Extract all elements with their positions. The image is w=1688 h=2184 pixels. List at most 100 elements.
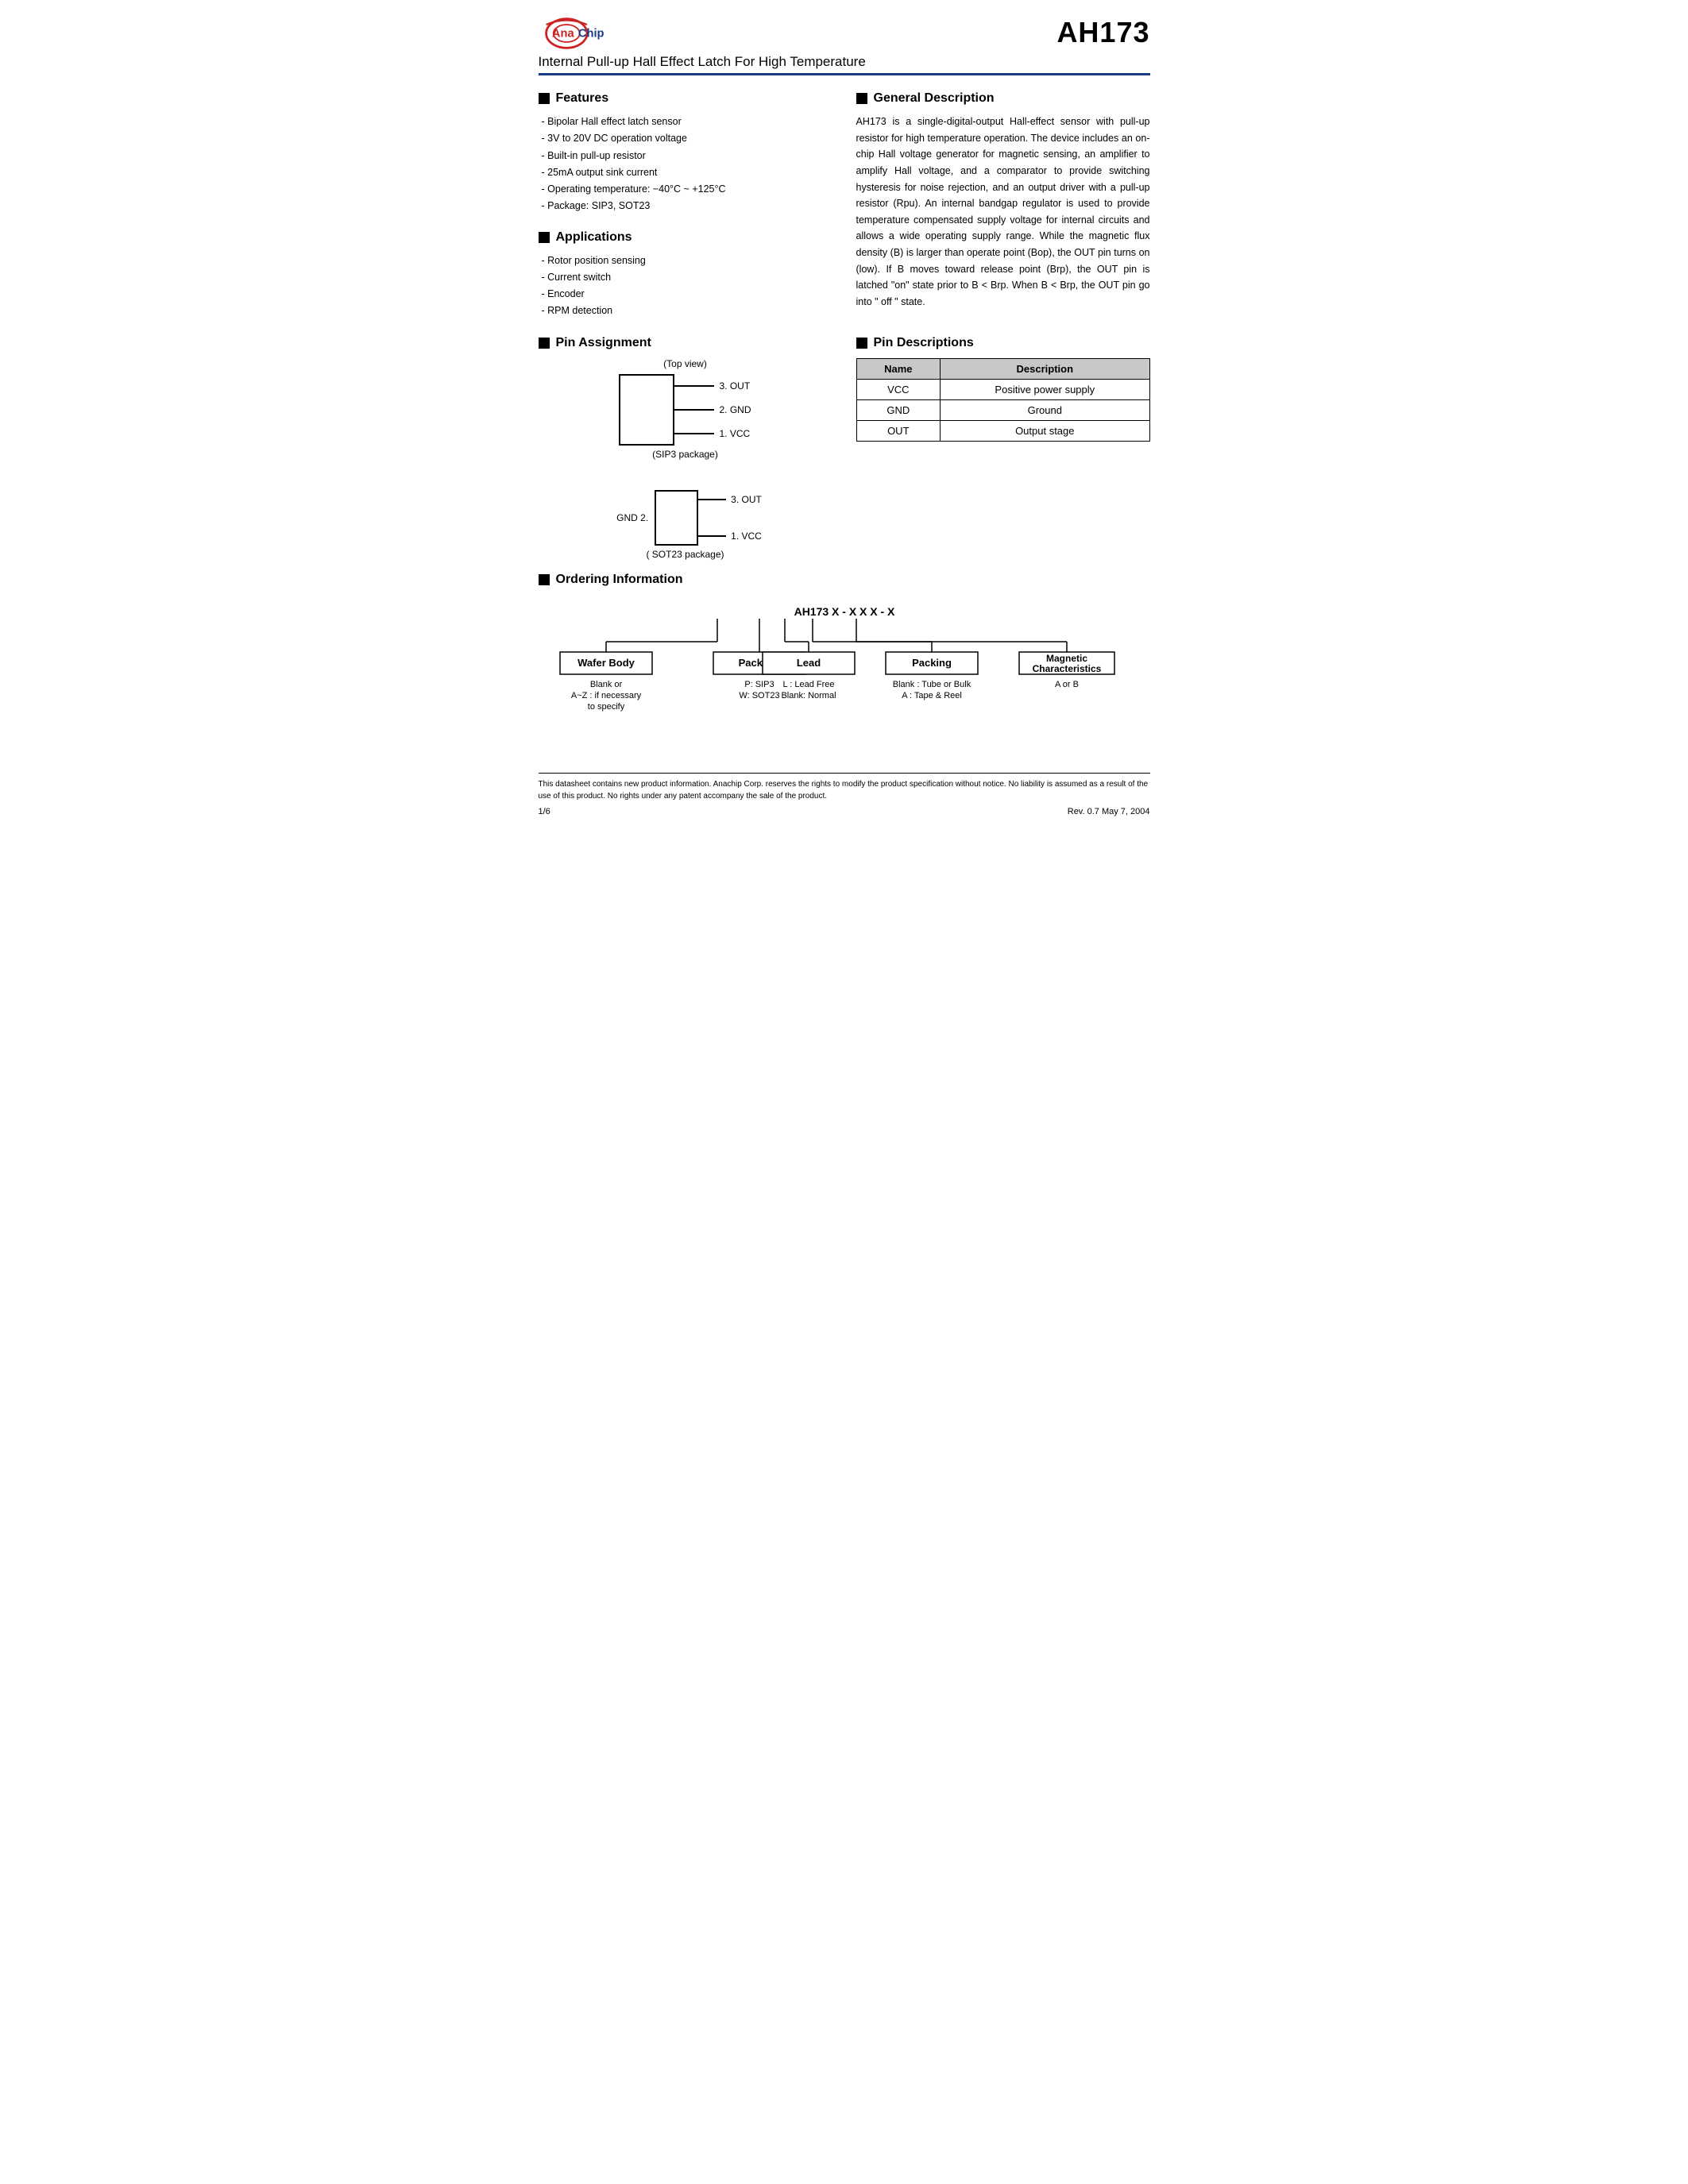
- svg-text:Blank : Tube or Bulk: Blank : Tube or Bulk: [892, 680, 971, 689]
- pin-row-out: 3. OUT: [674, 380, 751, 392]
- svg-text:Blank: Normal: Blank: Normal: [781, 691, 836, 700]
- ordering-title: Ordering Information: [539, 573, 1150, 587]
- bullet-icon: [539, 338, 550, 349]
- list-item: 3V to 20V DC operation voltage: [542, 130, 832, 147]
- pin-row-vcc: 1. VCC: [674, 428, 751, 439]
- footer: This datasheet contains new product info…: [539, 773, 1150, 819]
- list-item: RPM detection: [542, 303, 832, 319]
- svg-text:A~Z : if necessary: A~Z : if necessary: [570, 691, 641, 700]
- svg-text:to specify: to specify: [587, 702, 624, 712]
- list-item: Built-in pull-up resistor: [542, 148, 832, 164]
- sot23-box: [655, 490, 698, 546]
- sip3-pins: 3. OUT 2. GND 1. VCC: [674, 374, 751, 446]
- pin-diagram-area: (Top view) 3. OUT 2. GND: [539, 358, 832, 560]
- revision-info: Rev. 0.7 May 7, 2004: [1068, 805, 1150, 819]
- pin-desc-out: Output stage: [941, 420, 1149, 441]
- pin-name-out: OUT: [856, 420, 941, 441]
- page-number: 1/6: [539, 805, 550, 819]
- page-header: Ana Chip AH173: [539, 16, 1150, 51]
- svg-text:W: SOT23: W: SOT23: [739, 691, 779, 700]
- sot23-package-label: ( SOT23 package): [646, 549, 724, 560]
- svg-text:A : Tape & Reel: A : Tape & Reel: [902, 691, 962, 700]
- bullet-icon: [539, 574, 550, 585]
- pin-line: [674, 433, 714, 434]
- pin-label-1: 1. VCC: [719, 428, 750, 439]
- pin-line: [698, 499, 726, 500]
- svg-text:Blank or: Blank or: [589, 680, 622, 689]
- svg-text:Magnetic: Magnetic: [1045, 653, 1087, 664]
- pin-section: Pin Assignment (Top view) 3. OUT 2. GN: [539, 333, 1150, 560]
- footer-disclaimer: This datasheet contains new product info…: [539, 778, 1150, 802]
- anachip-logo: Ana Chip: [539, 16, 634, 51]
- list-item: Encoder: [542, 286, 832, 303]
- top-view-label: (Top view): [663, 358, 707, 369]
- bullet-icon: [539, 93, 550, 104]
- list-item: 25mA output sink current: [542, 164, 832, 181]
- product-title: AH173: [1056, 16, 1149, 49]
- bullet-icon: [856, 338, 867, 349]
- svg-text:Characteristics: Characteristics: [1032, 663, 1101, 674]
- pin-name-vcc: VCC: [856, 379, 941, 399]
- svg-text:Chip: Chip: [577, 28, 604, 41]
- header-rule: [539, 73, 1150, 75]
- col-header-name: Name: [856, 358, 941, 379]
- table-row: VCC Positive power supply: [856, 379, 1149, 399]
- page-subtitle: Internal Pull-up Hall Effect Latch For H…: [539, 54, 1150, 70]
- table-header-row: Name Description: [856, 358, 1149, 379]
- sot23-gnd-label: GND 2.: [616, 512, 648, 523]
- ordering-svg-container: AH173 X - X X X - X: [539, 598, 1150, 757]
- sip3-diagram: 3. OUT 2. GND 1. VCC (SIP3 package): [619, 374, 751, 460]
- svg-text:Wafer Body: Wafer Body: [577, 657, 635, 669]
- table-row: GND Ground: [856, 399, 1149, 420]
- list-item: Rotor position sensing: [542, 253, 832, 269]
- pin-line: [674, 385, 714, 387]
- pin-desc-gnd: Ground: [941, 399, 1149, 420]
- pin-assignment-title: Pin Assignment: [539, 336, 832, 350]
- pin-sot-3: 3. OUT: [731, 494, 762, 505]
- col-header-desc: Description: [941, 358, 1149, 379]
- bullet-icon: [856, 93, 867, 104]
- svg-text:Ana: Ana: [551, 28, 574, 41]
- pin-label-3: 3. OUT: [719, 380, 750, 392]
- bullet-icon: [539, 232, 550, 243]
- sot23-right-pins: 3. OUT 1. VCC: [698, 494, 762, 542]
- pin-name-gnd: GND: [856, 399, 941, 420]
- general-desc-title: General Description: [856, 91, 1150, 106]
- svg-text:Packing: Packing: [912, 657, 952, 669]
- svg-text:L : Lead Free: L : Lead Free: [782, 680, 834, 689]
- svg-text:P: SIP3: P: SIP3: [744, 680, 774, 689]
- sot23-diagram: GND 2. 3. OUT 1. VCC: [616, 490, 762, 546]
- list-item: Bipolar Hall effect latch sensor: [542, 114, 832, 130]
- pin-row-gnd: 2. GND: [674, 404, 751, 415]
- pin-row-sot-out: 3. OUT: [698, 494, 762, 505]
- svg-text:AH173 X - X X X - X: AH173 X - X X X - X: [794, 605, 894, 618]
- list-item: Current switch: [542, 269, 832, 286]
- applications-list: Rotor position sensing Current switch En…: [539, 253, 832, 320]
- pin-line: [674, 409, 714, 411]
- pin-assignment-col: Pin Assignment (Top view) 3. OUT 2. GN: [539, 333, 832, 560]
- ordering-diagram: AH173 X - X X X - X: [539, 598, 1150, 757]
- pin-desc-vcc: Positive power supply: [941, 379, 1149, 399]
- sip3-box: [619, 374, 674, 446]
- table-row: OUT Output stage: [856, 420, 1149, 441]
- list-item: Package: SIP3, SOT23: [542, 198, 832, 214]
- pin-sot-1: 1. VCC: [731, 531, 762, 542]
- features-list: Bipolar Hall effect latch sensor 3V to 2…: [539, 114, 832, 215]
- ordering-section: Ordering Information AH173 X - X X X - X: [539, 573, 1150, 757]
- pin-table: Name Description VCC Positive power supp…: [856, 358, 1150, 442]
- logo-area: Ana Chip: [539, 16, 634, 51]
- pin-desc-title: Pin Descriptions: [856, 336, 1150, 350]
- svg-text:A or B: A or B: [1055, 680, 1079, 689]
- right-column: General Description AH173 is a single-di…: [856, 88, 1150, 320]
- main-content-top: Features Bipolar Hall effect latch senso…: [539, 88, 1150, 320]
- left-column: Features Bipolar Hall effect latch senso…: [539, 88, 832, 320]
- features-title: Features: [539, 91, 832, 106]
- list-item: Operating temperature: −40°C ~ +125°C: [542, 181, 832, 198]
- sip3-package-label: (SIP3 package): [619, 449, 751, 460]
- footer-bottom: 1/6 Rev. 0.7 May 7, 2004: [539, 805, 1150, 819]
- pin-row-sot-vcc: 1. VCC: [698, 531, 762, 542]
- general-desc-text: AH173 is a single-digital-output Hall-ef…: [856, 114, 1150, 311]
- svg-text:Lead: Lead: [796, 657, 820, 669]
- pin-line: [698, 535, 726, 537]
- ordering-svg: AH173 X - X X X - X: [543, 598, 1146, 757]
